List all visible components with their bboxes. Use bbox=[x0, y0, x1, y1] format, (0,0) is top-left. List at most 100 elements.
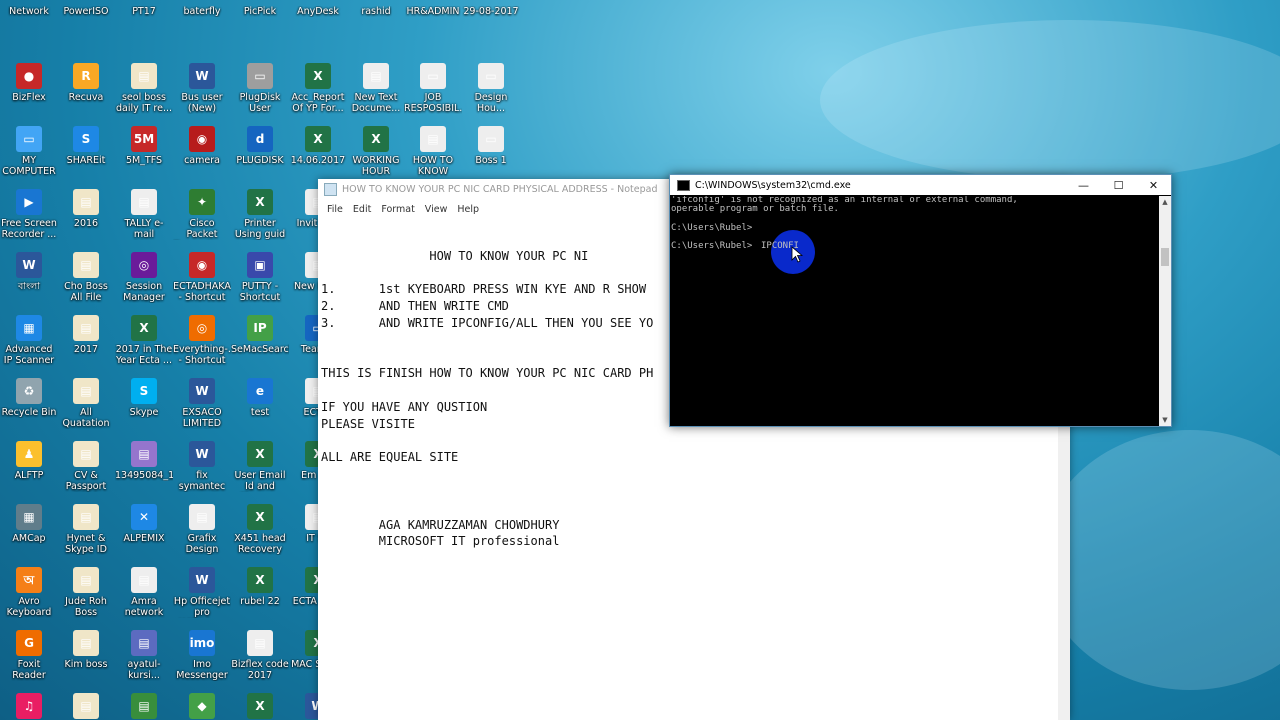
desktop-icon[interactable]: ▤ New Text Docume... bbox=[347, 63, 405, 114]
app-icon: ▤ bbox=[420, 126, 446, 152]
desktop-icon[interactable]: ▭ Boss 1 bbox=[462, 126, 520, 166]
cmd-output[interactable]: 'ifconfig' is not recognized as an inter… bbox=[671, 196, 1159, 426]
desktop-icon[interactable]: X User Email Id and Skype ... bbox=[231, 441, 289, 492]
desktop-icon[interactable]: X 14.06.2017 bbox=[289, 126, 347, 166]
cmd-title-bar[interactable]: C:\WINDOWS\system32\cmd.exe — ☐ ✕ bbox=[670, 175, 1171, 195]
desktop-icon[interactable]: X X451 head Recovery bbox=[231, 504, 289, 555]
desktop-icon[interactable]: ▭ PlugDisk User bbox=[231, 63, 289, 114]
desktop-icon[interactable]: ◆OnFreeTV-... bbox=[173, 693, 231, 720]
desktop-icon[interactable]: ● BizFlex bbox=[0, 63, 58, 103]
desktop-icon[interactable]: W Bus user (New) bbox=[173, 63, 231, 114]
desktop-icon[interactable]: ▤ Amra network bbox=[115, 567, 173, 618]
maximize-button[interactable]: ☐ bbox=[1101, 179, 1136, 192]
desktop-icon[interactable]: ▤ seol boss daily IT re... bbox=[115, 63, 173, 114]
desktop-icon[interactable]: ▤ All Quatation bbox=[57, 378, 115, 429]
desktop-icon[interactable]: ▤rashid bbox=[347, 0, 405, 17]
desktop-icon[interactable]: ◎ Everything-... - Shortcut bbox=[173, 315, 231, 366]
desktop-icon[interactable]: R Recuva bbox=[57, 63, 115, 103]
desktop-icon[interactable]: ◉ ECTADHAKA - Shortcut bbox=[173, 252, 231, 303]
desktop-icon[interactable]: W Hp Officejet pro X476dw... bbox=[173, 567, 231, 618]
desktop-icon[interactable]: ▤ CV & Passport 2016 bbox=[57, 441, 115, 492]
desktop-icon-label: User Email Id and Skype ... bbox=[234, 470, 286, 492]
close-button[interactable]: ✕ bbox=[1136, 179, 1171, 192]
app-icon: ▤ bbox=[189, 504, 215, 530]
desktop-icon[interactable]: ♻ Recycle Bin bbox=[0, 378, 58, 418]
scroll-thumb[interactable] bbox=[1161, 248, 1169, 266]
desktop-icon-label: Hp Officejet pro X476dw... bbox=[173, 596, 231, 618]
desktop-icon[interactable]: ▤Outsid bbox=[57, 693, 115, 720]
menu-file[interactable]: File bbox=[322, 204, 348, 215]
app-icon: ◉ bbox=[189, 126, 215, 152]
desktop-icon[interactable]: W EXSACO LIMITED PAD bbox=[173, 378, 231, 429]
desktop-icon[interactable]: ▭ MY COMPUTER bbox=[0, 126, 58, 177]
desktop-icon[interactable]: Wfix symantec unexpecte... bbox=[173, 441, 231, 492]
desktop-icon[interactable]: ▤ TALLY e-mail address bbox=[115, 189, 173, 240]
desktop-icon[interactable]: ▤ 2016 bbox=[57, 189, 115, 229]
scroll-down-arrow-icon[interactable]: ▼ bbox=[1159, 414, 1171, 426]
desktop-icon[interactable]: ◆AnyDesk bbox=[289, 0, 347, 17]
desktop-icon[interactable]: ♟ ALFTP bbox=[0, 441, 58, 481]
desktop-icon[interactable]: ▤ 2017 bbox=[57, 315, 115, 355]
desktop-icon[interactable]: ▤banglaquran bbox=[115, 693, 173, 720]
app-icon: ▶ bbox=[16, 189, 42, 215]
desktop-icon[interactable]: ▤ ayatul-kursi... bbox=[115, 630, 173, 681]
desktop-icon[interactable]: অ Avro Keyboard bbox=[0, 567, 58, 618]
desktop-icon[interactable]: ▦ AMCap bbox=[0, 504, 58, 544]
desktop-icon[interactable]: imo Imo Messenger bbox=[173, 630, 231, 681]
desktop-icon[interactable]: X Acc_Report Of YP For... bbox=[289, 63, 347, 114]
desktop-icon[interactable]: ▤ Bizflex code 2017 bbox=[231, 630, 289, 681]
desktop-icon-label: Design Hou... bbox=[474, 92, 508, 114]
app-icon: X bbox=[247, 441, 273, 467]
desktop-icon[interactable]: Xrubel 22 bbox=[231, 567, 289, 607]
desktop-icon[interactable]: ◎ Session Manager bbox=[115, 252, 173, 303]
desktop-icon[interactable]: 5M 5M_TFS bbox=[115, 126, 173, 166]
desktop-icon[interactable]: X 2017 in The Year Ecta ... bbox=[115, 315, 173, 366]
desktop-icon[interactable]: ▤ Jude Roh Boss bbox=[57, 567, 115, 618]
desktop-icon[interactable]: X Printer Using guid line bbox=[231, 189, 289, 240]
notepad-app-icon bbox=[324, 183, 337, 196]
desktop-icon[interactable]: ▤29-08-2017 bbox=[462, 0, 520, 17]
desktop-icon[interactable]: ◉ camera bbox=[173, 126, 231, 166]
desktop-icon[interactable]: ▤HR&ADMIN bbox=[404, 0, 462, 17]
desktop-icon[interactable]: e test bbox=[231, 378, 289, 418]
menu-help[interactable]: Help bbox=[452, 204, 484, 215]
menu-format[interactable]: Format bbox=[376, 204, 419, 215]
desktop-icon[interactable]: ▤ Cho Boss All File bbox=[57, 252, 115, 303]
desktop-icon[interactable]: ✕ ALPEMIX bbox=[115, 504, 173, 544]
desktop-icon-label: Network bbox=[9, 6, 49, 17]
desktop-icon[interactable]: ▭ Design Hou... bbox=[462, 63, 520, 114]
menu-view[interactable]: View bbox=[420, 204, 453, 215]
desktop-icon[interactable]: X WORKING HOUR bbox=[347, 126, 405, 177]
desktop-icon[interactable]: ▤baterfly bbox=[173, 0, 231, 17]
desktop-icon[interactable]: G Foxit Reader bbox=[0, 630, 58, 681]
desktop-icon[interactable]: ▤ Grafix Design bbox=[173, 504, 231, 555]
app-icon: ▭ bbox=[478, 63, 504, 89]
desktop-icon[interactable]: ▤ HOW TO KNOW YOU... bbox=[404, 126, 462, 177]
minimize-button[interactable]: — bbox=[1066, 179, 1101, 192]
desktop-icon[interactable]: IP SeMacSearch bbox=[231, 315, 289, 355]
desktop-icon[interactable]: ▭ JOB RESPOSIBIL... bbox=[404, 63, 462, 114]
desktop-icon[interactable]: S SHAREit bbox=[57, 126, 115, 166]
desktop-icon[interactable]: ✦ Cisco Packet Tracer Stu... bbox=[173, 189, 231, 240]
desktop-icon[interactable]: ▤ 13495084_1... bbox=[115, 441, 173, 481]
desktop-icon[interactable]: PPicPick bbox=[231, 0, 289, 17]
desktop-icon[interactable]: ▣ PUTTY - Shortcut bbox=[231, 252, 289, 303]
desktop-icon[interactable]: d PLUGDISK bbox=[231, 126, 289, 166]
desktop-icon[interactable]: S Skype bbox=[115, 378, 173, 418]
cmd-scrollbar[interactable]: ▲ ▼ bbox=[1159, 196, 1171, 426]
desktop-icon[interactable]: PPowerISO bbox=[57, 0, 115, 17]
scroll-up-arrow-icon[interactable]: ▲ bbox=[1159, 196, 1171, 208]
app-icon: X bbox=[131, 315, 157, 341]
desktop-icon[interactable]: ▦ Advanced IP Scanner bbox=[0, 315, 58, 366]
app-icon: ✕ bbox=[131, 504, 157, 530]
menu-edit[interactable]: Edit bbox=[348, 204, 376, 215]
desktop-icon[interactable]: ▤ Kim boss bbox=[57, 630, 115, 670]
desktop-icon[interactable]: ♫iTunes bbox=[0, 693, 58, 720]
desktop-icon[interactable]: 🖧Network bbox=[0, 0, 58, 17]
desktop-icon[interactable]: XSOFTWARE bbox=[231, 693, 289, 720]
desktop-icon[interactable]: ▤ Hynet & Skype ID S... bbox=[57, 504, 115, 555]
desktop-icon[interactable]: W বাংলা bbox=[0, 252, 58, 292]
desktop-icon[interactable]: TPT17 bbox=[115, 0, 173, 17]
desktop-icon[interactable]: ▶ Free Screen Recorder ... bbox=[0, 189, 58, 240]
cmd-window[interactable]: C:\WINDOWS\system32\cmd.exe — ☐ ✕ 'ifcon… bbox=[669, 174, 1172, 427]
